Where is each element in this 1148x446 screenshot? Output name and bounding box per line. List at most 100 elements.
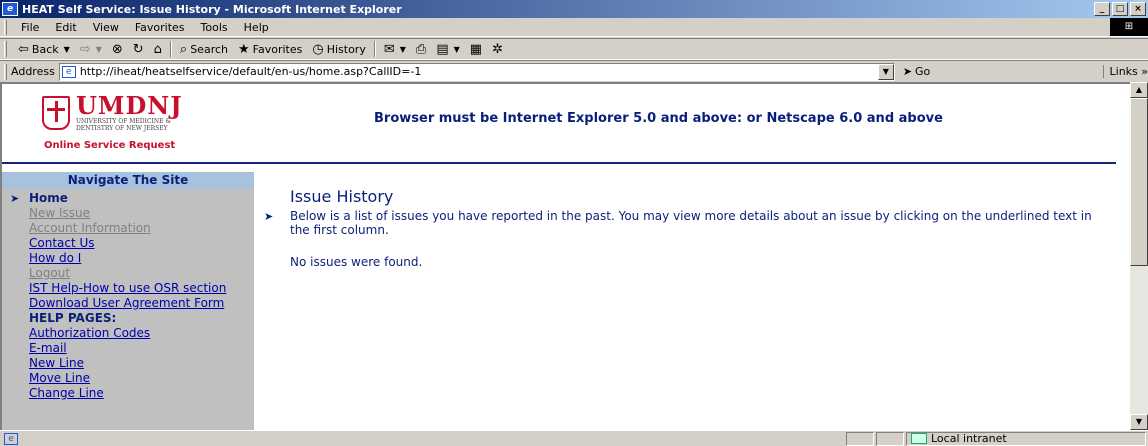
search-button[interactable]: ⌕ Search [175, 39, 233, 59]
chevron-down-icon[interactable]: ▼ [96, 45, 102, 54]
sidebar-item-label[interactable]: Authorization Codes [29, 326, 150, 341]
discuss-icon: ▦ [469, 41, 483, 57]
home-button[interactable]: ⌂ [149, 39, 167, 59]
sidebar-item-ist-help-how-to-use-osr-section[interactable]: IST Help-How to use OSR section [2, 281, 254, 296]
menu-tools[interactable]: Tools [193, 21, 236, 34]
sidebar-item-label[interactable]: Change Line [29, 386, 104, 401]
sidebar-item-label: Logout [29, 266, 71, 280]
sidebar-item-e-mail[interactable]: E-mail [2, 341, 254, 356]
toolbar-separator [373, 41, 376, 57]
bullet-spacer [10, 356, 29, 371]
refresh-button[interactable]: ↻ [128, 39, 149, 59]
address-bar: Address e http://iheat/heatselfservice/d… [0, 60, 1148, 82]
sidebar-item-label[interactable]: IST Help-How to use OSR section [29, 281, 226, 296]
bullet-spacer [10, 251, 29, 266]
print-button[interactable]: ⎙ [411, 39, 431, 59]
forward-button[interactable]: ⇨ ▼ [75, 39, 107, 59]
mail-icon: ✉ [383, 41, 395, 57]
links-button[interactable]: Links » [1102, 65, 1148, 78]
maximize-button[interactable]: □ [1112, 2, 1128, 16]
toolbar-grip[interactable] [4, 41, 7, 57]
window-titlebar: e HEAT Self Service: Issue History - Mic… [0, 0, 1148, 18]
back-label: Back [31, 42, 59, 56]
menu-file[interactable]: File [13, 21, 47, 34]
stop-button[interactable]: ⊗ [107, 39, 128, 59]
logo-line-1: UNIVERSITY OF MEDICINE & [76, 118, 171, 125]
sidebar-list: ➤ Home New Issue Account Information Contact… [2, 189, 254, 401]
chevron-down-icon[interactable]: ▼ [400, 45, 406, 54]
vertical-scrollbar[interactable]: ▲ ▼ [1130, 82, 1148, 430]
go-button[interactable]: ➤ Go [903, 65, 930, 78]
toolbar-grip[interactable] [4, 19, 7, 35]
page-title: Issue History [290, 187, 394, 206]
scroll-thumb[interactable] [1130, 98, 1148, 266]
security-zone: Local intranet [906, 431, 1146, 446]
page-viewport: UMDNJ UNIVERSITY OF MEDICINE & DENTISTRY… [0, 82, 1130, 430]
sidebar-item-how-do-i[interactable]: How do I [2, 251, 254, 266]
bullet-spacer [10, 206, 29, 221]
discuss-button[interactable]: ▦ [465, 39, 487, 59]
sidebar-item-move-line[interactable]: Move Line [2, 371, 254, 386]
bullet-spacer [10, 281, 29, 296]
empty-message: No issues were found. [290, 255, 423, 269]
sidebar-item-new-line[interactable]: New Line [2, 356, 254, 371]
sidebar-item-label[interactable]: E-mail [29, 341, 67, 356]
status-bar: e Local intranet [0, 430, 1148, 446]
sidebar-item-label[interactable]: Contact Us [29, 236, 95, 251]
go-label: Go [915, 65, 931, 78]
menu-view[interactable]: View [85, 21, 127, 34]
menu-edit[interactable]: Edit [47, 21, 84, 34]
sidebar-item-label[interactable]: Move Line [29, 371, 90, 386]
zone-label: Local intranet [931, 432, 1007, 445]
sidebar-item-label[interactable]: New Line [29, 356, 84, 371]
history-button[interactable]: ◷ History [307, 39, 370, 59]
sidebar-item-change-line[interactable]: Change Line [2, 386, 254, 401]
bullet-spacer [10, 386, 29, 401]
chevron-down-icon[interactable]: ▼ [877, 63, 894, 80]
windows-logo-icon: ⊞ [1110, 18, 1148, 36]
ie-icon: e [2, 2, 18, 16]
edit-button[interactable]: ▤ ▼ [431, 39, 464, 59]
sidebar-item-download-user-agreement-form[interactable]: Download User Agreement Form [2, 296, 254, 311]
logo-name: UMDNJ [76, 91, 183, 120]
messenger-button[interactable]: ✲ [487, 39, 508, 59]
scroll-up-icon[interactable]: ▲ [1130, 82, 1148, 98]
address-url[interactable]: http://iheat/heatselfservice/default/en-… [80, 65, 422, 78]
search-label: Search [190, 42, 228, 56]
address-input[interactable]: e http://iheat/heatselfservice/default/e… [58, 62, 895, 81]
bullet-spacer [10, 236, 29, 251]
bullet-spacer [10, 266, 29, 281]
sidebar-item-label[interactable]: Download User Agreement Form [29, 296, 224, 311]
minimize-button[interactable]: _ [1094, 2, 1110, 16]
sidebar-item-contact-us[interactable]: Contact Us [2, 236, 254, 251]
page-icon: e [61, 65, 76, 78]
mail-button[interactable]: ✉ ▼ [379, 39, 411, 59]
status-pane [846, 431, 874, 446]
chevron-down-icon[interactable]: ▼ [64, 45, 70, 54]
sidebar-item-logout: Logout [2, 266, 254, 281]
bullet-spacer [10, 371, 29, 386]
sidebar-item-home: ➤ Home [2, 191, 254, 206]
back-button[interactable]: ⇦ Back ▼ [13, 39, 75, 59]
history-label: History [326, 42, 366, 56]
sidebar-item-authorization-codes[interactable]: Authorization Codes [2, 326, 254, 341]
status-pane [876, 431, 904, 446]
sidebar-item-label: Home [29, 191, 68, 205]
sidebar-item-label[interactable]: How do I [29, 251, 81, 266]
bullet-spacer [10, 311, 29, 326]
go-arrow-icon: ➤ [902, 65, 913, 78]
toolbar-separator [169, 41, 172, 57]
menu-help[interactable]: Help [236, 21, 277, 34]
sidebar-item-account-information: Account Information [2, 221, 254, 236]
scroll-down-icon[interactable]: ▼ [1130, 414, 1148, 430]
chevron-down-icon[interactable]: ▼ [454, 45, 460, 54]
window-title: HEAT Self Service: Issue History - Micro… [22, 2, 402, 16]
favorites-button[interactable]: ★ Favorites [233, 39, 307, 59]
toolbar-grip[interactable] [4, 63, 7, 80]
close-button[interactable]: × [1130, 2, 1146, 16]
back-arrow-icon: ⇦ [18, 41, 29, 57]
umdnj-shield-icon [42, 96, 70, 130]
sidebar-item-new-issue: New Issue [2, 206, 254, 221]
menu-favorites[interactable]: Favorites [127, 21, 193, 34]
refresh-icon: ↻ [132, 41, 144, 57]
